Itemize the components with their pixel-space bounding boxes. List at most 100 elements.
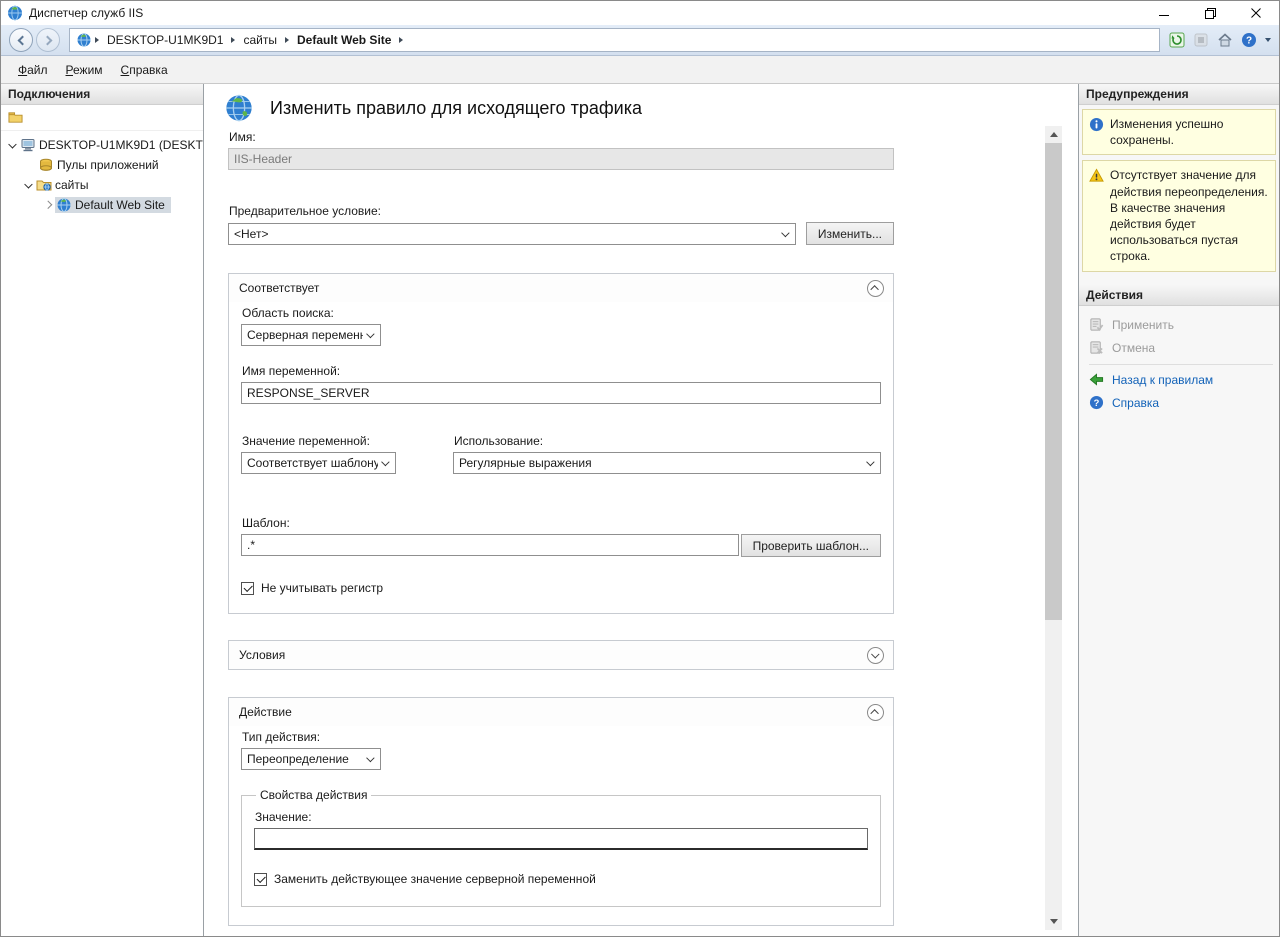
- variable-name-input[interactable]: [241, 382, 881, 404]
- warning-text: Отсутствует значение для действия переоп…: [1110, 167, 1269, 264]
- back-button[interactable]: [9, 28, 33, 52]
- chevron-right-icon[interactable]: [41, 202, 55, 208]
- help-dropdown-icon[interactable]: [1265, 38, 1271, 42]
- breadcrumb-arrow-icon: [285, 37, 289, 43]
- vertical-scrollbar[interactable]: [1045, 126, 1062, 930]
- name-label: Имя:: [229, 130, 894, 144]
- pattern-input[interactable]: [241, 534, 739, 556]
- titlebar: Диспетчер служб IIS: [1, 1, 1279, 25]
- collapse-icon[interactable]: [867, 704, 884, 721]
- tree-item-app-pools[interactable]: Пулы приложений: [1, 155, 203, 175]
- scrollbar-track[interactable]: [1045, 143, 1062, 913]
- forward-button: [36, 28, 60, 52]
- action-type-label: Тип действия:: [242, 730, 881, 744]
- window-controls: [1141, 1, 1279, 25]
- restart-icon[interactable]: [1168, 32, 1185, 49]
- connections-tree: DESKTOP-U1MK9D1 (DESKTOP Пулы приложений…: [1, 131, 203, 215]
- collapse-icon[interactable]: [867, 280, 884, 297]
- action-value-input[interactable]: [254, 828, 868, 850]
- scroll-down-icon[interactable]: [1045, 913, 1062, 930]
- action-properties-group: Свойства действия Значение: Заменить дей…: [241, 788, 881, 907]
- ignore-case-checkbox[interactable]: [241, 582, 254, 595]
- chevron-down-icon[interactable]: [21, 182, 35, 188]
- variable-value-select[interactable]: Соответствует шаблону: [241, 452, 396, 474]
- cancel-button: Отмена: [1089, 337, 1273, 360]
- info-icon: [1089, 117, 1104, 132]
- action-properties-legend: Свойства действия: [256, 788, 371, 802]
- ignore-case-label: Не учитывать регистр: [261, 581, 383, 595]
- back-to-rules-label: Назад к правилам: [1112, 373, 1213, 387]
- iis-app-icon: [7, 5, 23, 21]
- breadcrumb-sites[interactable]: сайты: [238, 33, 282, 47]
- edit-precondition-button[interactable]: Изменить...: [806, 222, 894, 245]
- help-link[interactable]: ? Справка: [1089, 392, 1273, 415]
- cancel-icon: [1089, 340, 1105, 356]
- menu-file[interactable]: Файл: [9, 58, 57, 82]
- selected-tree-item[interactable]: Default Web Site: [55, 197, 171, 213]
- action-section-header[interactable]: Действие: [229, 698, 893, 726]
- action-section-title: Действие: [239, 705, 867, 719]
- usage-label: Использование:: [454, 434, 881, 448]
- replace-value-checkbox[interactable]: [254, 873, 267, 886]
- chevron-down-icon: [378, 460, 393, 466]
- breadcrumb-current-site[interactable]: Default Web Site: [292, 33, 396, 47]
- help-label: Справка: [1112, 396, 1159, 410]
- replace-value-row: Заменить действующее значение серверной …: [254, 872, 868, 886]
- save-connection-icon[interactable]: [8, 110, 24, 126]
- variable-value-value: Соответствует шаблону: [247, 456, 378, 470]
- svg-text:?: ?: [1094, 398, 1100, 408]
- expand-icon[interactable]: [867, 647, 884, 664]
- menu-help[interactable]: Справка: [112, 58, 177, 82]
- site-globe-icon: [76, 32, 92, 48]
- match-section: Соответствует Область поиска: Серверная …: [228, 273, 894, 614]
- variable-value-label: Значение переменной:: [242, 434, 453, 448]
- rule-form: Имя: Предварительное условие: <Нет> Изме…: [228, 130, 894, 926]
- scrollbar-thumb[interactable]: [1045, 143, 1062, 620]
- scope-select[interactable]: Серверная переменн: [241, 324, 381, 346]
- chevron-down-icon[interactable]: [5, 142, 19, 148]
- usage-select[interactable]: Регулярные выражения: [453, 452, 881, 474]
- precondition-value: <Нет>: [234, 227, 778, 241]
- breadcrumb-arrow-icon: [95, 37, 99, 43]
- back-to-rules-link[interactable]: Назад к правилам: [1089, 369, 1273, 392]
- precondition-row: <Нет> Изменить...: [228, 222, 894, 245]
- alerts-header: Предупреждения: [1079, 84, 1279, 105]
- website-globe-icon: [56, 197, 72, 213]
- apply-label: Применить: [1112, 318, 1174, 332]
- chevron-down-icon: [363, 756, 378, 762]
- home-icon[interactable]: [1216, 32, 1233, 49]
- menu-view[interactable]: Режим: [57, 58, 112, 82]
- warning-icon: [1089, 168, 1104, 183]
- restore-button[interactable]: [1187, 1, 1233, 25]
- close-button[interactable]: [1233, 1, 1279, 25]
- minimize-button[interactable]: [1141, 1, 1187, 25]
- window-title: Диспетчер служб IIS: [29, 6, 143, 20]
- actions-header: Действия: [1079, 285, 1279, 306]
- addressbar-tools: ?: [1168, 32, 1271, 49]
- apply-icon: [1089, 317, 1105, 333]
- tree-item-default-web-site[interactable]: Default Web Site: [1, 195, 203, 215]
- info-alert: Изменения успешно сохранены.: [1082, 109, 1276, 155]
- precondition-select[interactable]: <Нет>: [228, 223, 796, 245]
- forward-arrow-icon: [42, 35, 52, 45]
- help-icon[interactable]: ?: [1240, 32, 1257, 49]
- conditions-section-header[interactable]: Условия: [229, 641, 893, 669]
- conditions-section-title: Условия: [239, 648, 867, 662]
- scroll-up-icon[interactable]: [1045, 126, 1062, 143]
- application-pools-icon: [38, 157, 54, 173]
- usage-value: Регулярные выражения: [459, 456, 863, 470]
- action-type-select[interactable]: Переопределение: [241, 748, 381, 770]
- main-content: Изменить правило для исходящего трафика …: [204, 84, 1079, 936]
- tree-item-server[interactable]: DESKTOP-U1MK9D1 (DESKTOP: [1, 135, 203, 155]
- test-pattern-button[interactable]: Проверить шаблон...: [741, 534, 881, 557]
- actions-list: Применить Отмена Назад к правилам: [1079, 306, 1279, 415]
- server-icon: [20, 137, 36, 153]
- iis-manager-window: Диспетчер служб IIS DESKTOP-U1MK9D1 сайт…: [0, 0, 1280, 937]
- action-value-label: Значение:: [255, 810, 868, 824]
- breadcrumb-server[interactable]: DESKTOP-U1MK9D1: [102, 33, 228, 47]
- back-arrow-icon: [1089, 372, 1105, 388]
- match-section-header[interactable]: Соответствует: [229, 274, 893, 302]
- variable-name-label: Имя переменной:: [242, 364, 881, 378]
- tree-item-sites[interactable]: сайты: [1, 175, 203, 195]
- match-section-title: Соответствует: [239, 281, 867, 295]
